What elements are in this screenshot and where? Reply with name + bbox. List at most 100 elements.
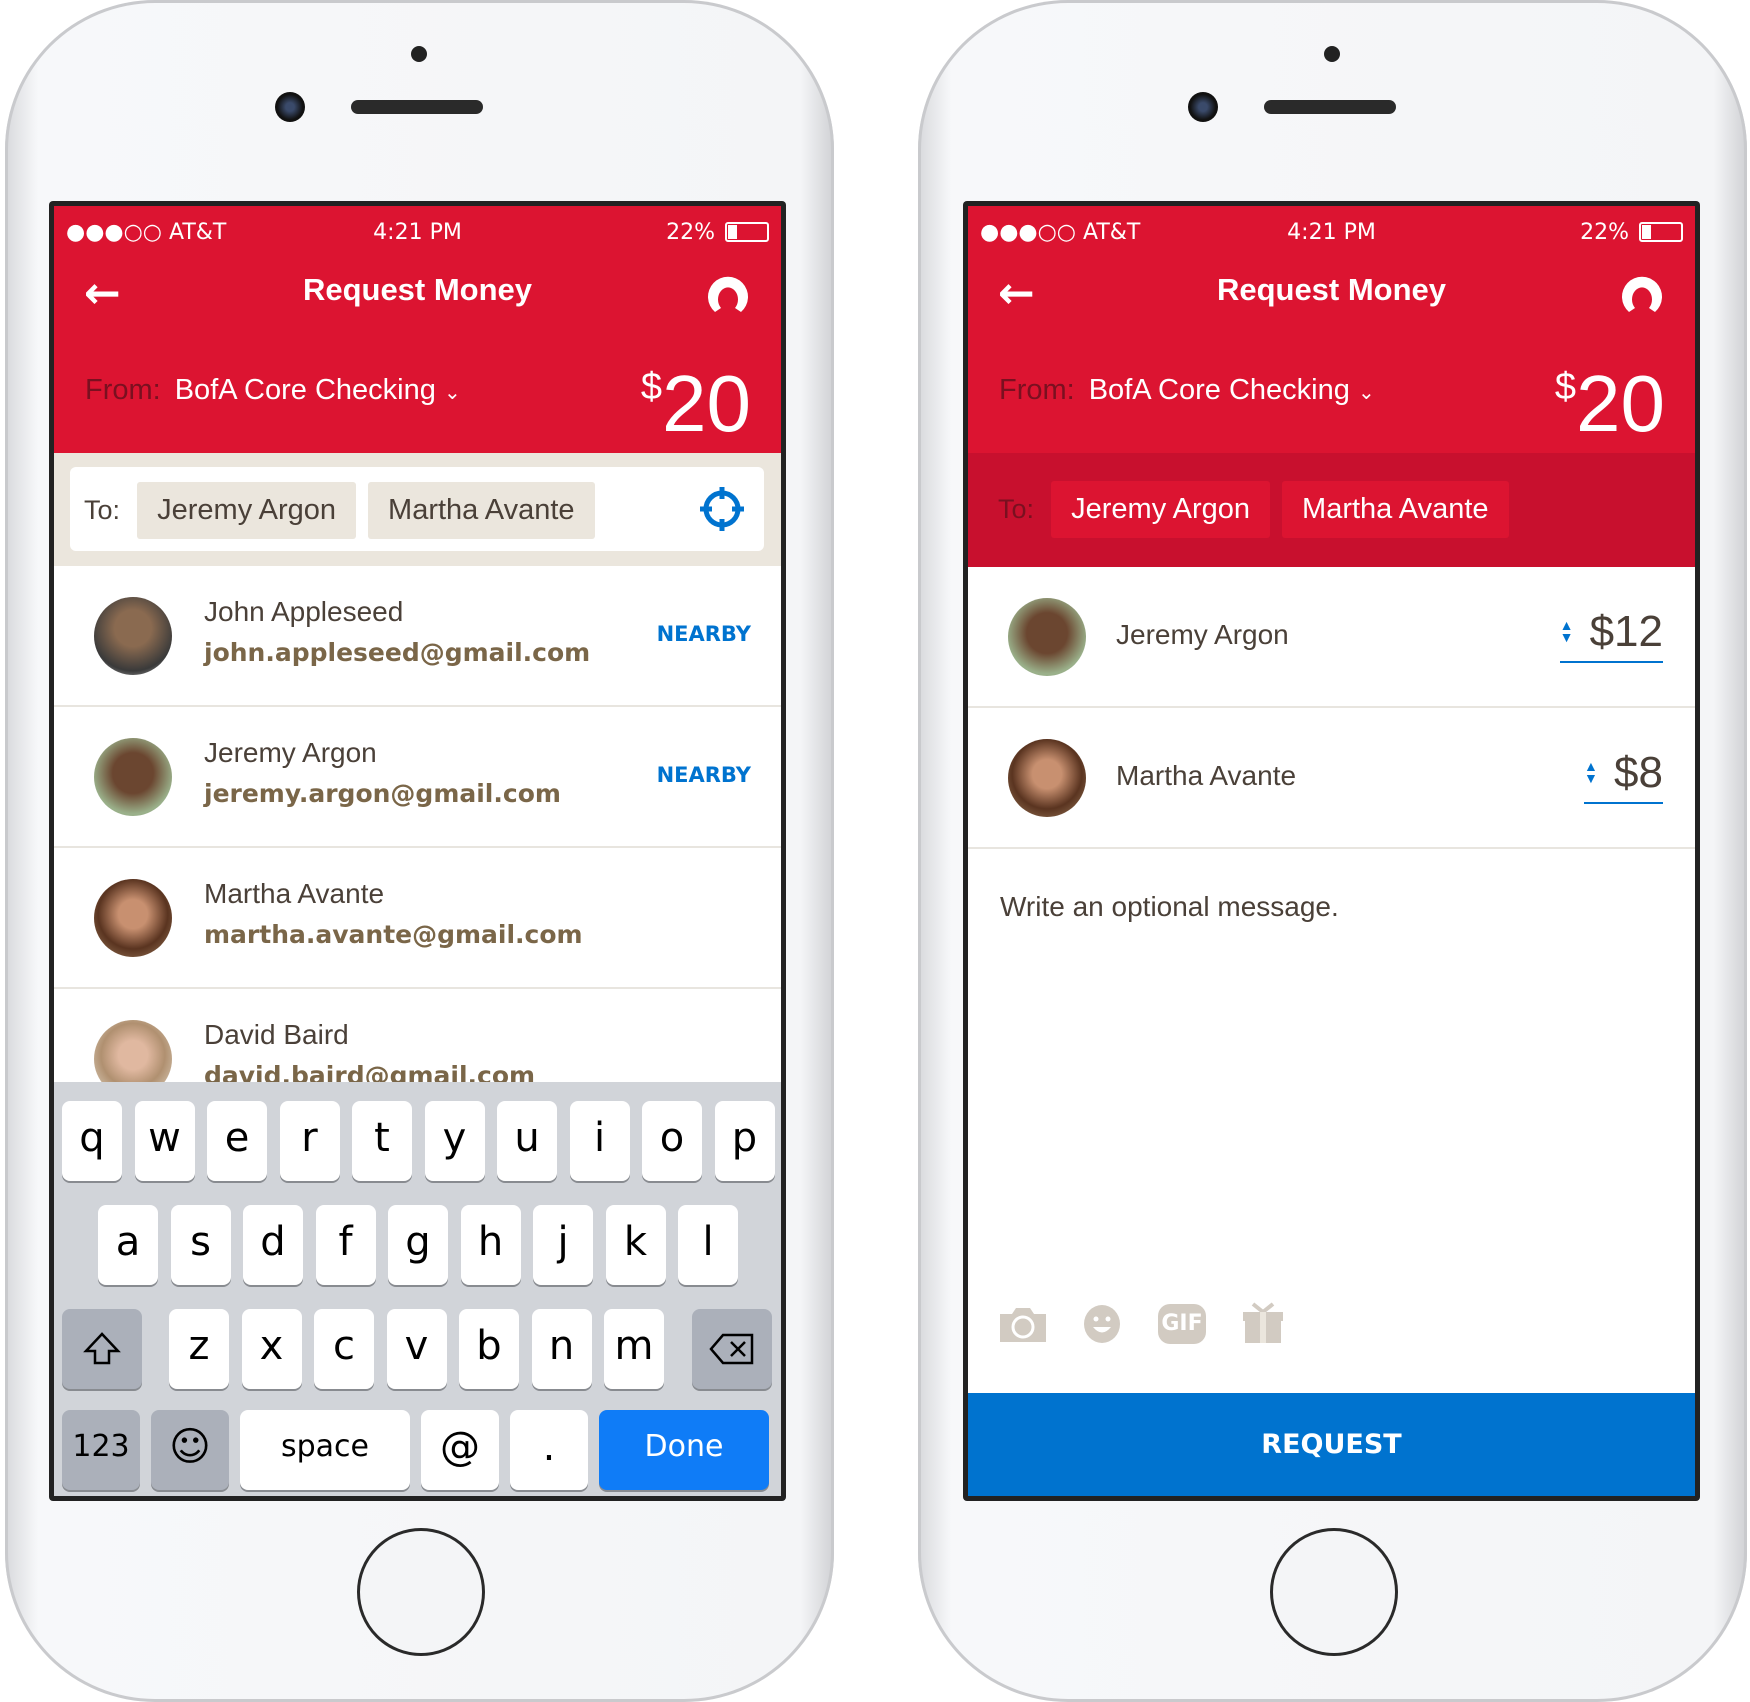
- period-key[interactable]: .: [510, 1410, 588, 1490]
- from-account-selector[interactable]: From: BofA Core Checking ⌄: [85, 374, 461, 407]
- numbers-key[interactable]: 123: [62, 1410, 140, 1490]
- key-k[interactable]: k: [605, 1205, 666, 1285]
- to-section: To: Jeremy Argon Martha Avante: [54, 453, 781, 566]
- at-key[interactable]: @: [421, 1410, 499, 1490]
- recipient-chip[interactable]: Jeremy Argon: [137, 482, 357, 539]
- nearby-badge: NEARBY: [656, 763, 751, 787]
- key-b[interactable]: b: [459, 1309, 519, 1389]
- screen-split-amount: ●●●○○ AT&T 4:21 PM 22% ← Request Money F…: [968, 206, 1695, 1496]
- contact-name: David Baird: [204, 1019, 349, 1050]
- front-camera: [1188, 92, 1218, 122]
- contact-name: Martha Avante: [204, 878, 385, 909]
- sensor: [1324, 46, 1340, 62]
- key-m[interactable]: m: [604, 1309, 664, 1389]
- chevron-down-icon: ⌄: [1357, 382, 1375, 404]
- key-o[interactable]: o: [642, 1101, 702, 1181]
- battery-icon: [725, 222, 769, 242]
- contact-row[interactable]: John Appleseed john.appleseed@gmail.com …: [54, 566, 781, 707]
- shift-key[interactable]: [62, 1309, 142, 1389]
- key-l[interactable]: l: [678, 1205, 738, 1285]
- key-i[interactable]: i: [569, 1101, 630, 1181]
- emoji-key[interactable]: ☺: [151, 1410, 229, 1490]
- speaker: [351, 100, 483, 114]
- contact-email: john.appleseed@gmail.com: [204, 638, 591, 667]
- contact-row[interactable]: Martha Avante martha.avante@gmail.com: [54, 848, 781, 989]
- key-u[interactable]: u: [497, 1101, 557, 1181]
- total-amount: $20: [1554, 359, 1665, 448]
- location-target-icon[interactable]: [698, 485, 746, 533]
- split-name: Martha Avante: [1116, 760, 1297, 791]
- key-f[interactable]: f: [315, 1205, 376, 1285]
- avatar: [1008, 739, 1086, 817]
- phone-left: ●●●○○ AT&T 4:21 PM 22% ← Request Money F…: [5, 0, 834, 1702]
- bezel: ●●●○○ AT&T 4:21 PM 22% ← Request Money F…: [963, 201, 1700, 1501]
- key-t[interactable]: t: [352, 1101, 412, 1181]
- screen-select-recipients: ●●●○○ AT&T 4:21 PM 22% ← Request Money F…: [54, 206, 781, 1496]
- from-label: From:: [999, 374, 1075, 406]
- key-g[interactable]: g: [388, 1205, 448, 1285]
- nearby-badge: NEARBY: [656, 622, 751, 646]
- emoji-icon[interactable]: [1083, 1304, 1121, 1344]
- key-x[interactable]: x: [241, 1309, 302, 1389]
- battery-percent: 22%: [666, 220, 715, 245]
- contact-email: martha.avante@gmail.com: [204, 920, 583, 949]
- key-w[interactable]: w: [134, 1101, 195, 1181]
- from-label: From:: [85, 374, 161, 406]
- key-r[interactable]: r: [279, 1101, 340, 1181]
- key-p[interactable]: p: [714, 1101, 775, 1181]
- profile-icon[interactable]: [1619, 270, 1665, 316]
- split-row: Jeremy Argon ▲ ▼ $12: [968, 567, 1695, 708]
- phone-right: ●●●○○ AT&T 4:21 PM 22% ← Request Money F…: [918, 0, 1747, 1702]
- amount-stepper[interactable]: ▲ ▼ $12: [1559, 607, 1663, 663]
- avatar: [1008, 598, 1086, 676]
- to-field[interactable]: To: Jeremy Argon Martha Avante: [70, 467, 764, 551]
- battery-icon: [1639, 222, 1683, 242]
- key-y[interactable]: y: [424, 1101, 485, 1181]
- stepper-arrows-icon: ▲ ▼: [1584, 758, 1598, 786]
- gift-icon[interactable]: [1241, 1302, 1285, 1344]
- avatar: [94, 738, 172, 816]
- key-c[interactable]: c: [314, 1309, 374, 1389]
- key-z[interactable]: z: [169, 1309, 229, 1389]
- front-camera: [275, 92, 305, 122]
- key-j[interactable]: j: [533, 1205, 593, 1285]
- total-amount: $20: [640, 359, 751, 448]
- contact-email: jeremy.argon@gmail.com: [204, 779, 561, 808]
- key-a[interactable]: a: [98, 1205, 158, 1285]
- account-name: BofA Core Checking: [174, 374, 436, 406]
- backspace-key[interactable]: [692, 1309, 772, 1389]
- request-button[interactable]: REQUEST: [968, 1393, 1695, 1496]
- camera-icon[interactable]: [998, 1306, 1048, 1344]
- page-title: Request Money: [1216, 272, 1447, 307]
- contact-name: Jeremy Argon: [204, 737, 377, 768]
- recipient-chip[interactable]: Martha Avante: [368, 482, 595, 539]
- key-s[interactable]: s: [170, 1205, 231, 1285]
- key-q[interactable]: q: [62, 1101, 122, 1181]
- to-label: To:: [998, 494, 1035, 524]
- status-bar: ●●●○○ AT&T 4:21 PM 22%: [54, 206, 781, 256]
- key-d[interactable]: d: [243, 1205, 303, 1285]
- from-account-selector[interactable]: From: BofA Core Checking ⌄: [999, 374, 1375, 407]
- recipient-chip[interactable]: Martha Avante: [1282, 481, 1509, 538]
- to-section: To: Jeremy Argon Martha Avante: [968, 453, 1695, 567]
- sensor: [411, 46, 427, 62]
- amount-stepper[interactable]: ▲ ▼ $8: [1584, 748, 1663, 804]
- page-title: Request Money: [302, 272, 533, 307]
- contact-row[interactable]: Jeremy Argon jeremy.argon@gmail.com NEAR…: [54, 707, 781, 848]
- to-label: To:: [84, 495, 121, 525]
- key-h[interactable]: h: [460, 1205, 521, 1285]
- key-n[interactable]: n: [531, 1309, 592, 1389]
- done-key[interactable]: Done: [599, 1410, 769, 1490]
- home-button[interactable]: [1270, 1528, 1398, 1656]
- gif-icon[interactable]: GIF: [1158, 1304, 1206, 1344]
- space-key[interactable]: space: [240, 1410, 410, 1490]
- recipient-chip[interactable]: Jeremy Argon: [1051, 481, 1271, 538]
- message-input[interactable]: Write an optional message.: [1000, 891, 1660, 923]
- account-name: BofA Core Checking: [1088, 374, 1350, 406]
- key-v[interactable]: v: [386, 1309, 447, 1389]
- home-button[interactable]: [357, 1528, 485, 1656]
- chevron-down-icon: ⌄: [443, 382, 461, 404]
- profile-icon[interactable]: [705, 270, 751, 316]
- contact-name: John Appleseed: [204, 596, 404, 627]
- key-e[interactable]: e: [207, 1101, 267, 1181]
